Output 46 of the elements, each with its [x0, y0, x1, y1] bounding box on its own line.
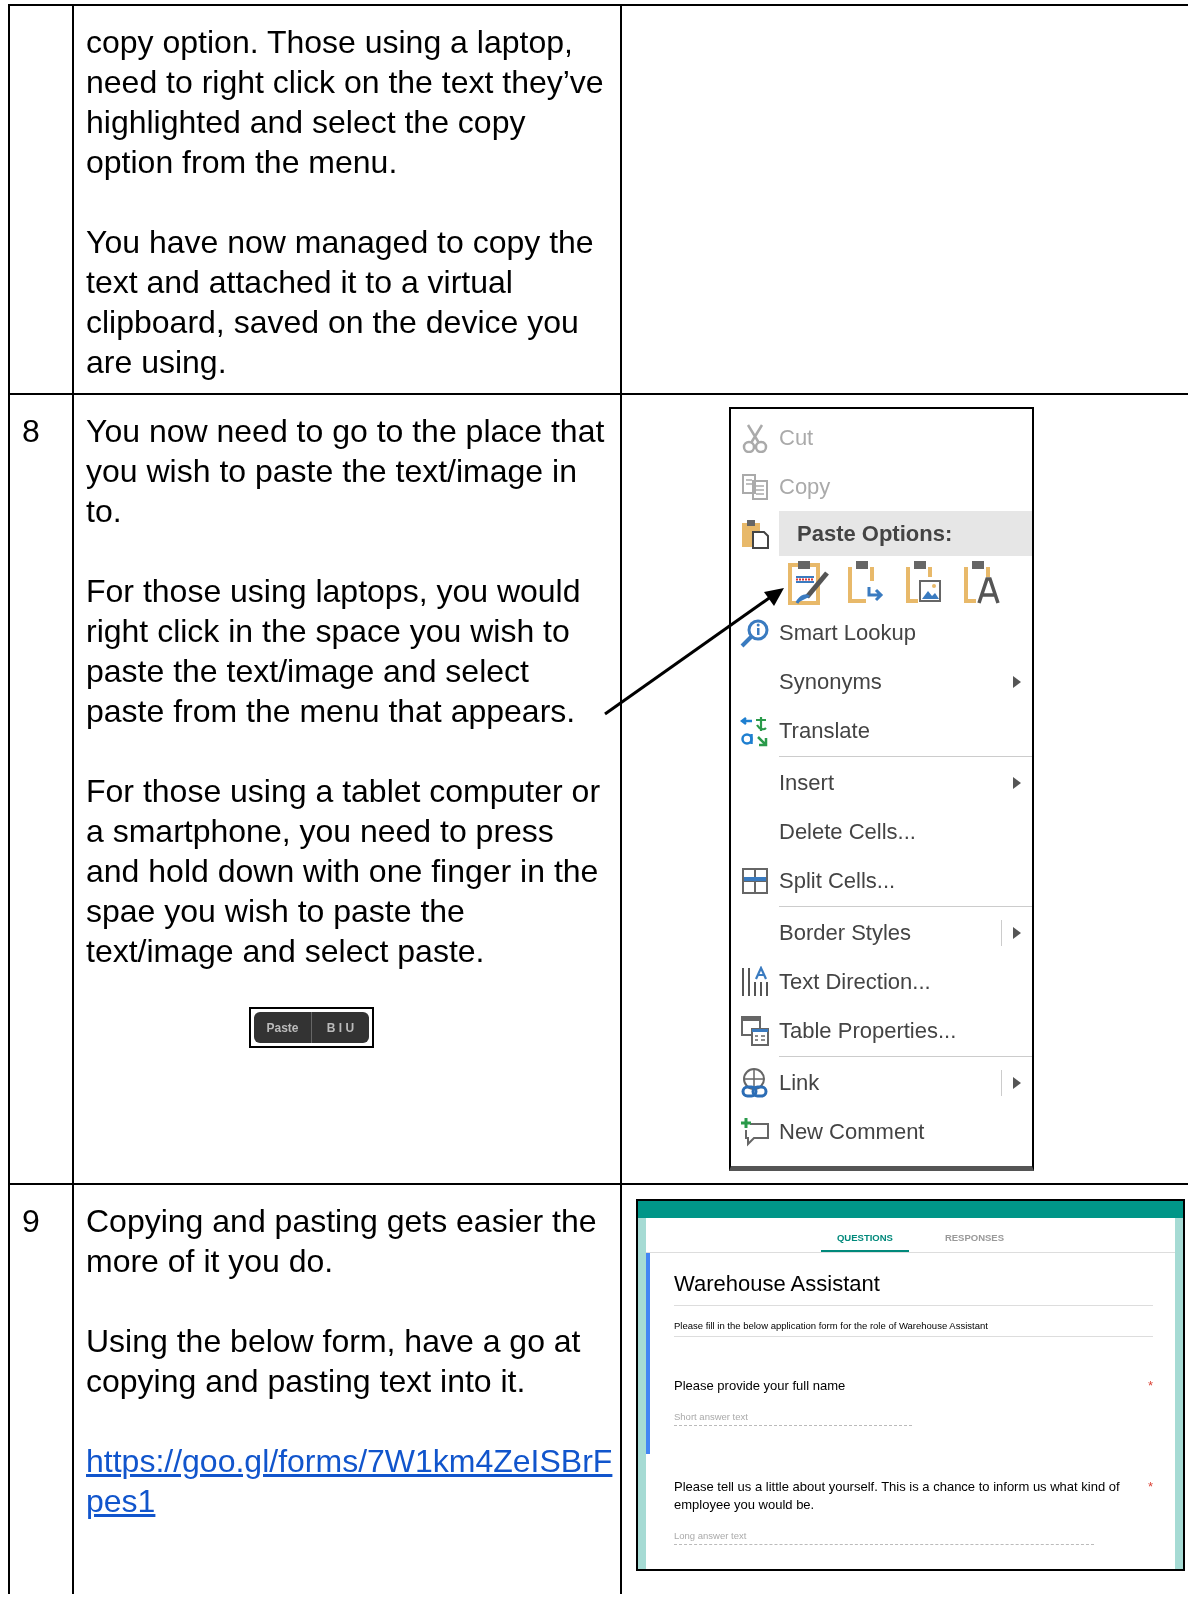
globe-link-icon [740, 1066, 770, 1099]
menu-item[interactable]: Border Styles [779, 918, 912, 947]
paragraph: You now need to go to the place that you wish to paste the text/image in to. [86, 412, 606, 531]
clipboard-brush-icon[interactable] [787, 559, 829, 605]
row-number: 8 [22, 412, 41, 451]
translate-icon [740, 714, 770, 747]
scissors-icon [741, 422, 769, 453]
menu-item[interactable]: Smart Lookup [779, 618, 916, 647]
paragraph: For those using a tablet computer or a smartphone, you need to press and hold down with one finger in the spae you wish to paste the text/image and select paste. [86, 772, 602, 971]
paragraph: You have now managed to copy the text and attached it to a virtual clipboard, saved on the device you are using. [86, 223, 595, 382]
form-link[interactable]: https://goo.gl/forms/7W1km4ZeISBrFpes1 [86, 1441, 616, 1521]
form-title: Warehouse Assistant [674, 1269, 1153, 1306]
paragraph: Using the below form, have a go at copying and pasting text into it. [86, 1322, 582, 1401]
menu-item[interactable]: Text Direction... [779, 967, 931, 996]
table-properties-icon [740, 1014, 770, 1047]
form-description: Please fill in the below application form for the role of Warehouse Assistant [674, 1306, 1153, 1337]
paragraph: Copying and pasting gets easier the more of it you do. [86, 1202, 598, 1281]
toolbar-button[interactable]: B I U [311, 1012, 369, 1043]
menu-section-header: Paste Options: [779, 511, 1032, 556]
required-asterisk: * [1146, 1377, 1153, 1395]
row-number: 9 [22, 1202, 41, 1241]
comment-plus-icon [740, 1115, 770, 1148]
table-grid-icon [741, 866, 769, 895]
required-asterisk: * [1146, 1478, 1153, 1496]
menu-item[interactable]: Link [779, 1068, 820, 1097]
question-text: Please provide your full name [674, 1377, 847, 1395]
clipboard-icon [740, 517, 770, 550]
submenu-arrow-icon [1013, 926, 1021, 939]
tab[interactable]: QUESTIONS [820, 1218, 909, 1252]
question-text: Please tell us a little about yourself. This is a chance to inform us what kind of employee you would be. [674, 1478, 1121, 1514]
submenu-arrow-icon [1013, 1076, 1021, 1089]
menu-item[interactable]: New Comment [779, 1117, 925, 1146]
menu-item[interactable]: Split Cells... [779, 866, 896, 895]
text-direction-icon [740, 965, 770, 998]
menu-item[interactable]: Table Properties... [779, 1016, 957, 1045]
toolbar-button[interactable]: Paste [254, 1012, 311, 1043]
menu-item[interactable]: Delete Cells... [779, 817, 916, 846]
menu-item[interactable]: Insert [779, 768, 835, 797]
paragraph: copy option. Those using a laptop, need to right click on the text they’ve highlighted and select the copy option from the menu. [86, 23, 605, 182]
menu-item[interactable]: Synonyms [779, 667, 882, 696]
paragraph: For those using laptops, you would right click in the space you wish to paste the text/image and select paste from the menu that appears. [86, 572, 582, 731]
magnifier-icon [739, 617, 771, 648]
submenu-arrow-icon [1013, 776, 1021, 789]
menu-item[interactable]: Translate [779, 716, 870, 745]
submenu-arrow-icon [1013, 675, 1021, 688]
copy-icon [740, 472, 770, 501]
